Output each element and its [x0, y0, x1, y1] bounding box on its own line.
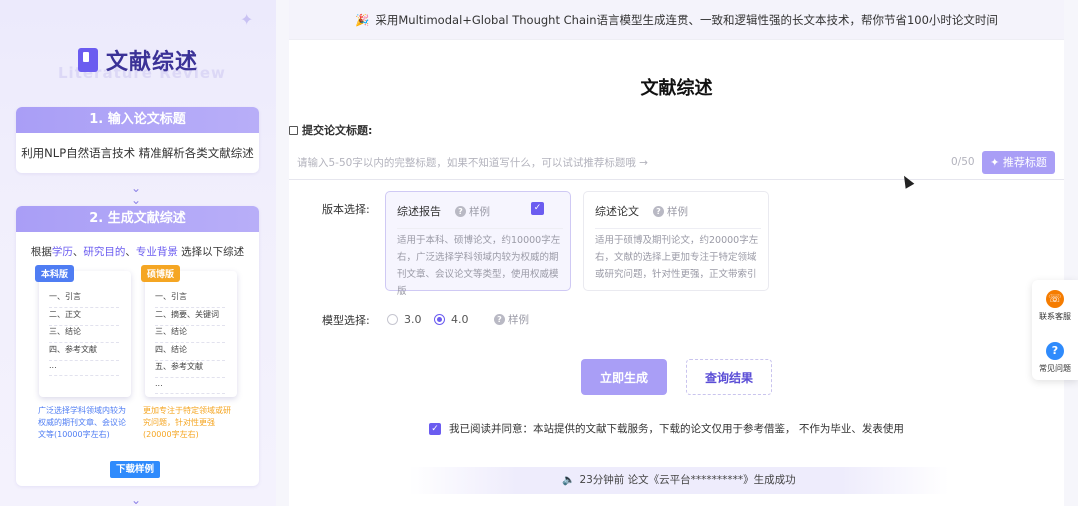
model-sample-link[interactable]: ? 样例 [494, 312, 529, 327]
radio-label: 3.0 [404, 313, 422, 326]
char-counter: 0/50 [951, 156, 975, 168]
help-icon: ? [455, 205, 466, 217]
list-item: 四、结论 [155, 344, 237, 362]
faq-button[interactable]: ? 常见问题 [1032, 342, 1078, 374]
agreement: ✓ 我已阅读并同意：本站提供的文献下载服务，下载的论文仅用于参考借鉴， 不作为毕… [429, 421, 904, 436]
help-icon: ? [494, 314, 505, 325]
list-item: 五、参考文献 [155, 361, 237, 379]
list-item: 一、引言 [49, 291, 131, 309]
party-icon: 🎉 [355, 13, 370, 27]
lead-hl-background: 专业背景 [135, 246, 178, 258]
sample-text: 样例 [469, 205, 490, 218]
badge-undergrad: 本科版 [35, 265, 75, 282]
list-item: 三、结论 [49, 326, 131, 344]
option-header: 综述报告 ? 样例 [397, 203, 490, 219]
list-item: 二、正文 [49, 309, 131, 327]
brand: 文献综述 [78, 44, 198, 76]
step2-lead: 根据学历、研究目的、专业背景 选择以下综述 [16, 244, 259, 259]
faq-label: 常见问题 [1039, 364, 1071, 373]
lead-sep: 、 [125, 246, 136, 258]
badge-master: 硕博版 [141, 265, 181, 282]
version-cards: 本科版 一、引言 二、正文 三、结论 四、参考文献 ... 硕博版 一、引言 二… [35, 265, 239, 401]
option-name: 综述论文 [595, 205, 639, 218]
card-master: 硕博版 一、引言 二、摘要、关键词 三、结论 四、结论 五、参考文献 ... [141, 265, 237, 397]
submit-title-label: 提交论文标题: [289, 122, 372, 138]
status-bar: 🔈 23分钟前 论文《云平台**********》生成成功 [409, 467, 949, 494]
step2-title: 2. 生成文献综述 [16, 206, 259, 232]
step-input-title: 1. 输入论文标题 利用NLP自然语言技术 精准解析各类文献综述 [16, 107, 259, 173]
radio-selected-icon [434, 314, 445, 325]
version-option-report[interactable]: 综述报告 ? 样例 ✓ 适用于本科、硕博论文，约10000字左右，广泛选择学科领域… [385, 191, 571, 297]
list-item: 三、结论 [155, 326, 237, 344]
main-panel: 🎉 采用Multimodal+Global Thought Chain语言模型生成… [289, 0, 1064, 506]
question-icon: ? [1046, 342, 1064, 360]
model-radio-4-0[interactable]: 4.0 [434, 313, 469, 326]
chevron-down-icon: ⌄ ⌄ [131, 181, 142, 207]
headset-icon: ☏ [1046, 290, 1064, 308]
query-results-button[interactable]: 查询结果 [686, 359, 772, 395]
floating-service-panel: ☏ 联系客服 ? 常见问题 [1032, 280, 1078, 380]
agreement-checkbox[interactable]: ✓ [429, 422, 441, 435]
step-generate: 2. 生成文献综述 根据学历、研究目的、专业背景 选择以下综述 本科版 一、引言… [16, 206, 259, 486]
sample-text: 样例 [667, 205, 688, 218]
banner-text: 采用Multimodal+Global Thought Chain语言模型生成连… [375, 13, 998, 27]
page-title: 文献综述 [640, 78, 713, 99]
chevron-down-icon: ⌄ [131, 493, 142, 506]
sample-text: 样例 [508, 314, 529, 326]
sample-link[interactable]: ? 样例 [653, 204, 688, 219]
lead-text: 根据 [30, 246, 52, 258]
radio-label: 4.0 [451, 313, 469, 326]
desc-master: 更加专注于特定领域或研究问题，针对性更强(20000字左右) [143, 406, 231, 439]
checkbox-checked-icon[interactable]: ✓ [531, 202, 544, 215]
list-item: 四、参考文献 [49, 344, 131, 362]
speaker-icon: 🔈 [562, 474, 576, 486]
download-sample-button[interactable]: 下载样例 [110, 461, 160, 478]
generate-button[interactable]: 立即生成 [581, 359, 667, 395]
submit-label-text: 提交论文标题: [302, 124, 373, 137]
contact-service-button[interactable]: ☏ 联系客服 [1032, 290, 1078, 322]
sample-link[interactable]: ? 样例 [455, 204, 490, 219]
sidebar: ✦ Literature Review 文献综述 1. 输入论文标题 利用NLP… [0, 0, 276, 506]
title-input-row: 0/50 ✦ 推荐标题 [289, 146, 1064, 180]
list-item: 一、引言 [155, 291, 237, 309]
brand-title: 文献综述 [106, 50, 199, 75]
version-option-paper[interactable]: 综述论文 ? 样例 适用于硕博及期刊论文，约20000字左右，文献的选择上更加专注… [583, 191, 769, 291]
step1-title: 1. 输入论文标题 [16, 107, 259, 133]
service-label: 联系客服 [1039, 312, 1071, 321]
lead-hl-purpose: 研究目的 [83, 246, 126, 258]
status-text: 23分钟前 论文《云平台**********》生成成功 [579, 474, 796, 486]
title-input[interactable] [297, 152, 937, 174]
lead-sep: 、 [72, 246, 84, 258]
list-item: 二、摘要、关键词 [155, 309, 237, 327]
list-item: ... [155, 379, 237, 397]
version-label: 版本选择: [322, 203, 370, 216]
help-icon: ? [653, 205, 664, 217]
lead-hl-education: 学历 [51, 246, 73, 258]
model-label: 模型选择: [322, 314, 370, 327]
desc-undergrad: 广泛选择学科领域内较为权威的期刊文章、会议论文等(10000字左右) [38, 406, 126, 439]
option-name: 综述报告 [397, 205, 441, 218]
recommend-title-button[interactable]: ✦ 推荐标题 [982, 151, 1055, 174]
list-item: ... [49, 361, 131, 379]
option-desc: 适用于硕博及期刊论文，约20000字左右，文献的选择上更加专注于特定领域或研究问… [595, 228, 761, 283]
option-header: 综述论文 ? 样例 [595, 203, 688, 219]
book-icon [78, 48, 98, 72]
agreement-text: 我已阅读并同意：本站提供的文献下载服务，下载的论文仅用于参考借鉴， 不作为毕业、… [449, 423, 904, 435]
document-icon [289, 125, 298, 135]
step1-body: 利用NLP自然语言技术 精准解析各类文献综述 [21, 146, 254, 160]
option-desc: 适用于本科、硕博论文，约10000字左右，广泛选择学科领域内较为权威的期刊文章、… [397, 228, 563, 300]
card-undergrad: 本科版 一、引言 二、正文 三、结论 四、参考文献 ... [35, 265, 131, 397]
model-radio-3-0[interactable]: 3.0 [387, 313, 422, 326]
radio-icon [387, 314, 398, 325]
top-banner: 🎉 采用Multimodal+Global Thought Chain语言模型生成… [289, 0, 1064, 40]
sparkle-icon: ✦ [240, 10, 254, 29]
lead-text: 选择以下综述 [177, 246, 245, 258]
